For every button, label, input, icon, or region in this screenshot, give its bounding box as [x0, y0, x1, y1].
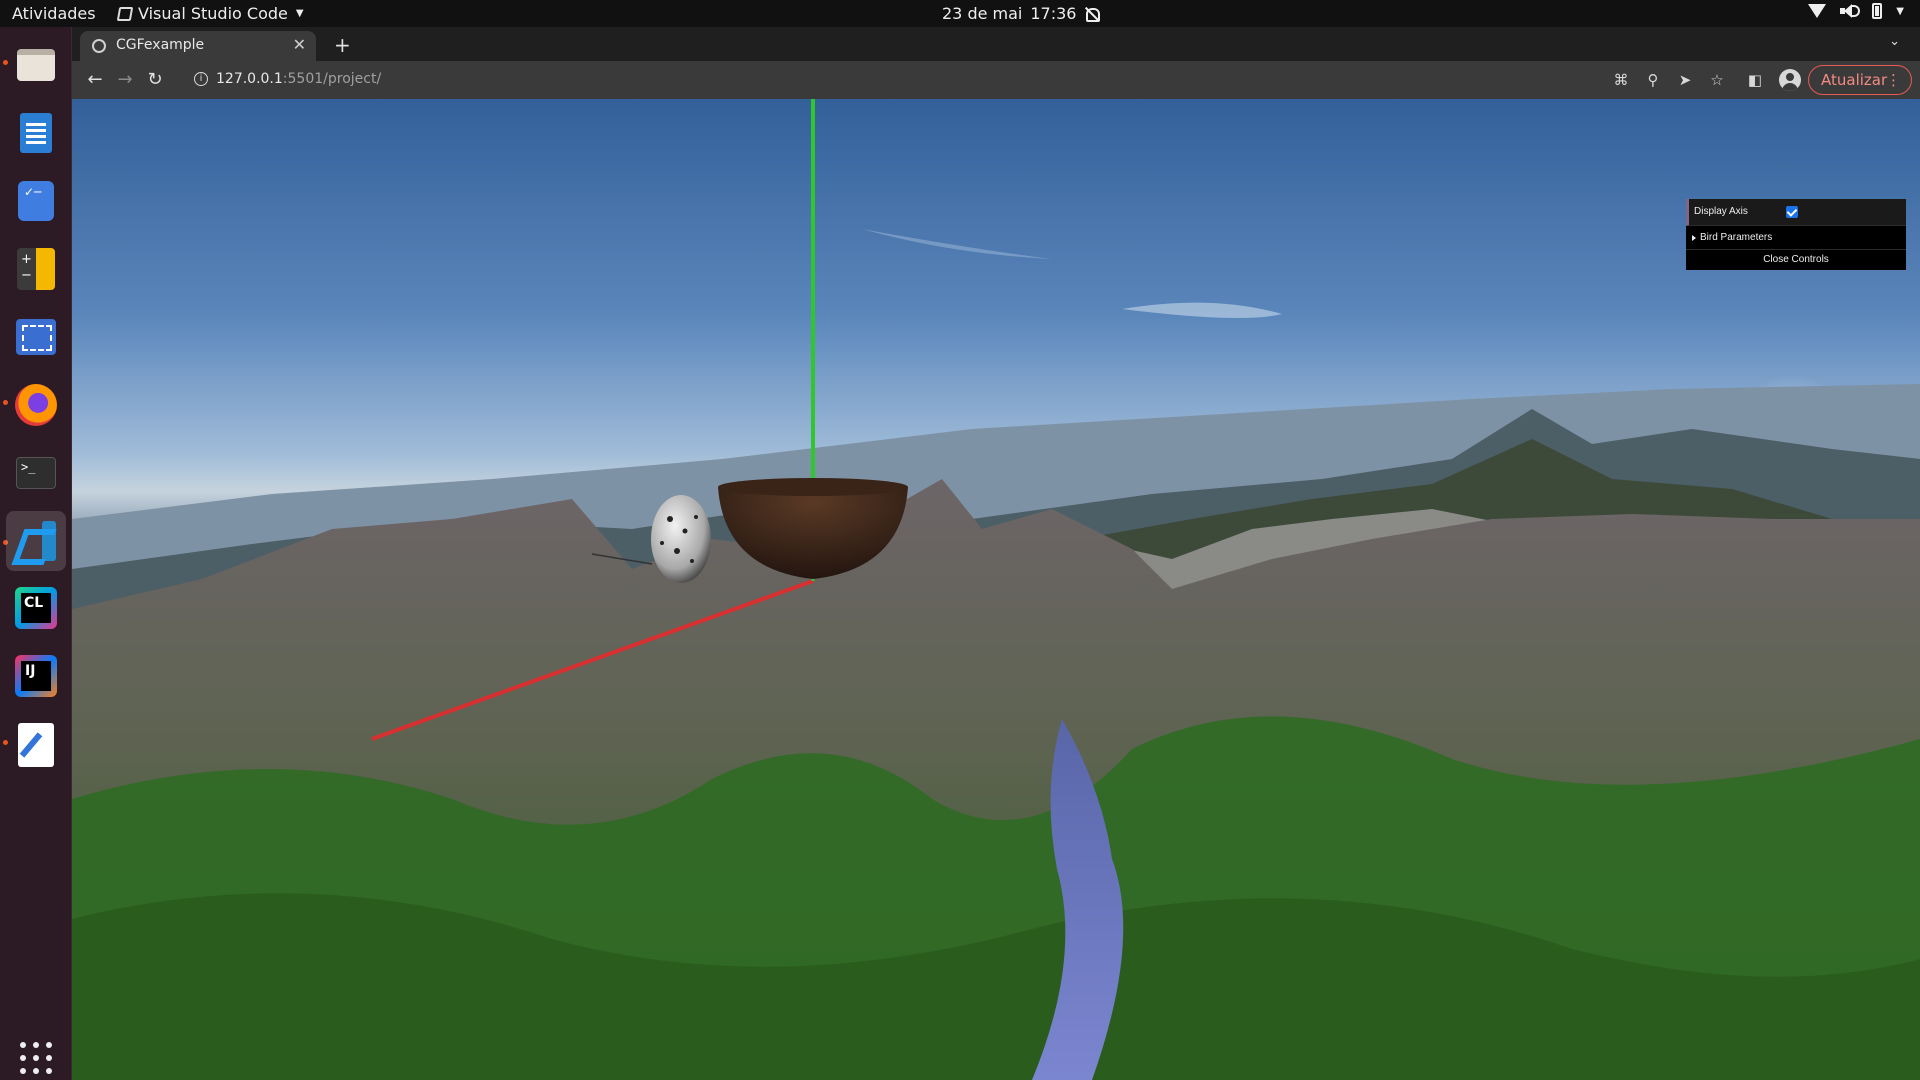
close-icon[interactable]: ✕: [293, 35, 306, 54]
dock-text-editor[interactable]: [12, 721, 60, 769]
clock-date: 23 de mai: [942, 4, 1023, 23]
folder-collapsed-icon: [1692, 235, 1696, 241]
side-panel-icon[interactable]: ◧: [1745, 70, 1765, 90]
dock-screenshot[interactable]: [12, 313, 60, 361]
url-text: 127.0.0.1:5501/project/: [216, 71, 381, 87]
tab-title: CGFexample: [116, 37, 205, 53]
update-label: Atualizar: [1821, 71, 1888, 89]
egg: [651, 495, 711, 583]
forward-button[interactable]: →: [114, 69, 136, 90]
vscode-icon: [16, 521, 56, 561]
url-host: 127.0.0.1: [216, 71, 283, 87]
display-axis-checkbox[interactable]: [1786, 206, 1798, 218]
bird-parameters-folder[interactable]: Bird Parameters: [1686, 226, 1906, 250]
bird-parameters-label: Bird Parameters: [1700, 232, 1773, 243]
notifications-muted-icon: [1084, 7, 1101, 22]
running-indicator: [3, 60, 8, 65]
dock-todo[interactable]: [12, 177, 60, 225]
files-icon: [17, 49, 55, 81]
tab-strip: CGFexample ✕ + ⌄: [72, 27, 1920, 61]
vscode-mini-icon: [116, 6, 134, 21]
show-apps-button[interactable]: [20, 1042, 52, 1074]
update-button[interactable]: Atualizar ⋮: [1808, 65, 1912, 95]
info-icon[interactable]: i: [194, 72, 208, 86]
dock-clion[interactable]: [12, 584, 60, 632]
status-menu[interactable]: ▼: [1808, 3, 1904, 19]
url-path: :5501/project/: [282, 71, 382, 87]
clion-icon: [15, 587, 57, 629]
send-icon[interactable]: ➤: [1675, 70, 1695, 90]
activities-button[interactable]: Atividades: [12, 4, 96, 23]
back-button[interactable]: ←: [84, 69, 106, 90]
terminal-icon: [16, 457, 56, 489]
clock-time: 17:36: [1030, 4, 1077, 23]
close-controls-button[interactable]: Close Controls: [1686, 250, 1906, 270]
new-tab-button[interactable]: +: [334, 33, 351, 57]
caret-down-icon: ▼: [295, 8, 304, 19]
running-indicator: [3, 400, 8, 405]
running-indicator: [3, 740, 8, 745]
dock-files[interactable]: [12, 41, 60, 89]
dock-firefox[interactable]: [12, 381, 60, 429]
webgl-canvas[interactable]: Display Axis Bird Parameters Close Contr…: [72, 99, 1920, 1080]
display-axis-label: Display Axis: [1694, 206, 1748, 217]
dock-vscode[interactable]: [6, 511, 66, 571]
display-axis-row[interactable]: Display Axis: [1686, 199, 1906, 226]
reload-button[interactable]: ↻: [144, 69, 166, 90]
app-menu[interactable]: Visual Studio Code ▼: [116, 4, 304, 23]
writer-icon: [20, 113, 52, 153]
volume-icon: [1840, 4, 1861, 18]
dock-terminal[interactable]: [12, 449, 60, 497]
dock-intellij[interactable]: [12, 652, 60, 700]
screenshot-icon: [16, 319, 56, 355]
text-editor-icon: [18, 723, 54, 767]
wifi-icon: [1808, 4, 1827, 18]
tab-search-icon[interactable]: ⌄: [1889, 34, 1900, 49]
caret-down-icon: ▼: [1896, 5, 1904, 17]
clock[interactable]: 23 de mai 17:36: [942, 4, 1101, 23]
tab-cgfexample[interactable]: CGFexample ✕: [80, 31, 316, 61]
dock-writer[interactable]: [12, 109, 60, 157]
more-vert-icon: ⋮: [1886, 71, 1901, 89]
todo-icon: [18, 181, 54, 221]
zoom-icon[interactable]: ⚲: [1643, 70, 1663, 90]
system-top-bar: Atividades Visual Studio Code ▼ 23 de ma…: [0, 0, 1920, 27]
cloud: [862, 229, 1052, 259]
firefox-icon: [15, 384, 57, 426]
controls-panel: Display Axis Bird Parameters Close Contr…: [1686, 199, 1906, 270]
translate-icon[interactable]: ⌘: [1611, 70, 1631, 90]
nest-rim: [718, 478, 908, 496]
profile-avatar[interactable]: [1779, 69, 1801, 91]
dock: [0, 27, 72, 1080]
app-menu-label: Visual Studio Code: [138, 4, 288, 23]
address-bar[interactable]: i 127.0.0.1:5501/project/: [182, 65, 1572, 95]
globe-icon: [92, 39, 106, 53]
browser-toolbar: ← → ↻ i 127.0.0.1:5501/project/ ⌘ ⚲ ➤ ☆ …: [72, 61, 1920, 99]
bookmark-star-icon[interactable]: ☆: [1707, 70, 1727, 90]
scene-render: [72, 99, 1920, 1080]
intellij-icon: [15, 655, 57, 697]
calculator-icon: [17, 248, 55, 290]
battery-icon: [1872, 3, 1883, 19]
cloud: [1122, 302, 1282, 318]
dock-calculator[interactable]: [12, 245, 60, 293]
